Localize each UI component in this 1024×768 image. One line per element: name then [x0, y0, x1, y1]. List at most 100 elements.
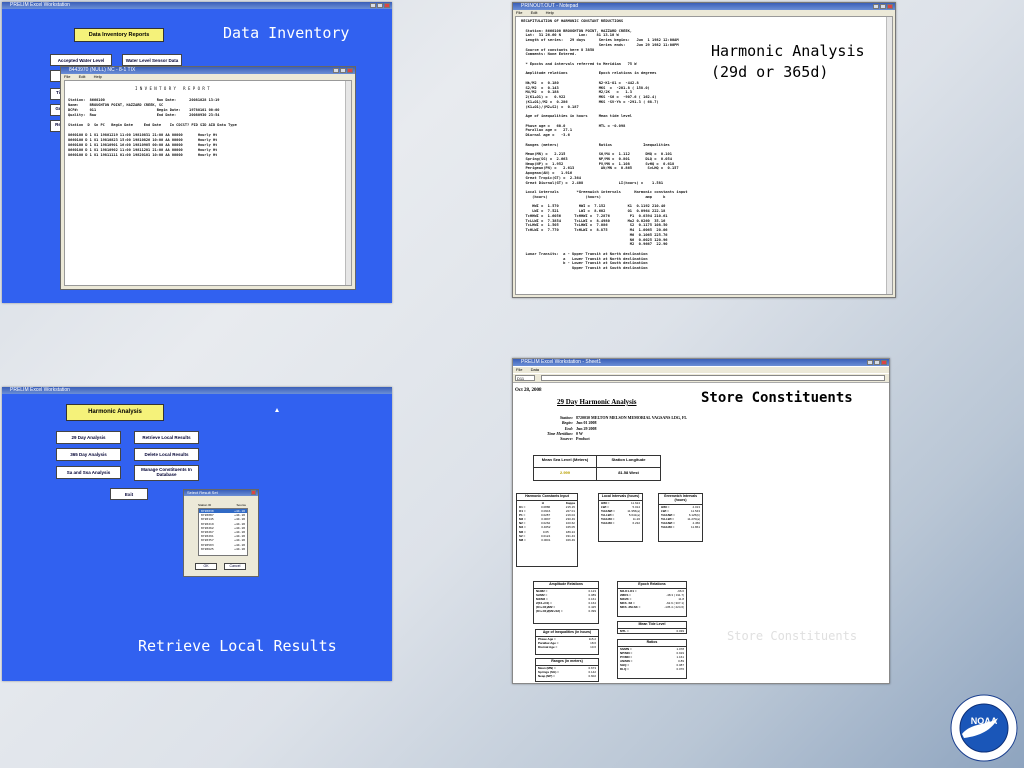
cancel-button[interactable]: Cancel — [224, 563, 246, 570]
menu-help[interactable]: Help — [94, 74, 102, 79]
report-heading: I N V E N T O R Y R E P O R T — [135, 86, 210, 91]
amplitude-relations-box: Amplitude Relations Nk/M2 = 0.123 S2/M2 = 0.… — [533, 581, 599, 624]
minimize-button[interactable] — [370, 3, 376, 8]
greenwich-intervals-box: Greenwich Intervals (hours) HWI = 4.013 LWI… — [658, 493, 703, 542]
local-rows: HWI = 11.624 LWI = 5.014 TcHHWI = 11.956(a) Tc… — [599, 501, 642, 526]
close-button[interactable] — [347, 68, 353, 73]
close-button[interactable] — [887, 4, 893, 9]
window-controls — [370, 3, 390, 8]
msl-value: 2.999 — [534, 468, 597, 480]
amp-title: Amplitude Relations — [534, 582, 598, 589]
green-title: Greenwich Intervals (hours) — [659, 494, 702, 505]
data-inventory-reports-button[interactable]: Data Inventory Reports — [74, 28, 164, 42]
epoch-title: Epoch Relations — [618, 582, 686, 589]
365-day-analysis-button[interactable]: 365 Day Analysis — [56, 448, 121, 461]
menu-file[interactable]: File — [516, 10, 522, 15]
excel-title: PRELIM Excel Workstation - Sheet1 — [521, 359, 602, 365]
local-row: TcHLWI = 6.232 — [601, 521, 640, 525]
mean-sea-level-table: Mean Sea Level (Meters) Station Longitud… — [533, 455, 661, 481]
notepad-vertical-scrollbar[interactable] — [886, 17, 892, 294]
row-label: TcHLWI = — [661, 525, 675, 530]
ratios-box: Ratios S6/MN = 1.078 NP/MN = 0.919 PV/MN = 1.1… — [617, 639, 687, 679]
ranges-rows: Mean (MN) = 0.673 Springs (SG) = 0.142 Neap … — [536, 666, 598, 678]
row-value: 0.076 — [676, 667, 684, 672]
maximize-button[interactable] — [874, 360, 880, 365]
longitude-value: 81.58 West — [618, 470, 639, 475]
accepted-water-level-button[interactable]: Accepted Water Level — [50, 54, 112, 66]
row-value: 326.49 — [565, 537, 575, 542]
row-value: 11.861 — [691, 525, 700, 530]
source-value: Product — [576, 436, 590, 442]
cursor-icon — [275, 408, 279, 412]
result-source: +44.18 — [234, 546, 245, 551]
harmonic-constants-input-box: Harmonic Constants Input H Kappa K1 = 0.088… — [516, 493, 578, 567]
dialog-title: Select Result Set — [187, 490, 218, 495]
minimize-button[interactable] — [873, 4, 879, 9]
epoch-rows: M2-K1-O1 = -96.6 2MKS = -48.3 ( 311.7) M2/2K… — [618, 589, 686, 609]
minimize-button[interactable] — [333, 68, 339, 73]
row-label: DLQ = — [620, 667, 629, 672]
store-constituents-panel: PRELIM Excel Workstation - Sheet1 File D… — [512, 358, 890, 684]
maximize-button[interactable] — [880, 4, 886, 9]
report-vertical-scrollbar[interactable] — [345, 81, 351, 285]
row-value: 0.399 — [588, 609, 596, 614]
window-controls — [873, 4, 893, 9]
local-title: Local Intervals (hours) — [599, 494, 642, 501]
report-title: 29 Day Harmonic Analysis — [557, 398, 637, 406]
app-title: PRELIM Excel Workstation — [10, 387, 70, 393]
close-button[interactable] — [251, 490, 256, 495]
menu-file[interactable]: File — [516, 367, 522, 372]
harm-title: Harmonic Constants Input — [517, 494, 577, 501]
app-title-bar: PRELIM Excel Workstation — [2, 387, 392, 394]
exit-button[interactable]: Exit — [110, 488, 148, 500]
ratios-title: Ratios — [618, 640, 686, 647]
minimize-button[interactable] — [867, 360, 873, 365]
formula-input[interactable] — [541, 375, 885, 381]
noaa-logo-text: NOAA — [970, 716, 998, 726]
notepad-title-bar: PRINOUT.OUT - Notepad — [513, 3, 895, 10]
ok-button[interactable]: OK — [195, 563, 217, 570]
harmonic-report-line: M6 0.1065 225.76 — [521, 232, 668, 237]
mtl-title: Mean Tide Level — [618, 622, 686, 629]
green-row: TcHLWI = 11.861 — [661, 525, 700, 529]
longitude-header: Station Longitude — [597, 456, 660, 468]
window-controls — [867, 360, 887, 365]
header-source: Source — [236, 503, 246, 507]
sa-ssa-analysis-button[interactable]: Sa and Ssa Analysis — [56, 466, 121, 479]
maximize-button[interactable] — [340, 68, 346, 73]
maximize-button[interactable] — [377, 3, 383, 8]
harmonic-analysis-button[interactable]: Harmonic Analysis — [66, 404, 164, 421]
ratios-rows: S6/MN = 1.078 NP/MN = 0.919 PV/MN = 1.161 AN/M… — [618, 647, 686, 672]
result-list[interactable]: 8720030 +44.18 8720087 +44.18 8720145 +44.18 8… — [198, 508, 248, 556]
menu-data[interactable]: Data — [531, 367, 539, 372]
cell-reference-box[interactable]: D11 — [515, 375, 535, 381]
delete-local-results-button[interactable]: Delete Local Results — [134, 448, 199, 461]
retrieve-local-results-button[interactable]: Retrieve Local Results — [134, 431, 199, 444]
water-level-sensor-data-button[interactable]: Water Level Sensor Data — [122, 54, 182, 66]
row-label: TcHLWI = — [601, 521, 615, 526]
report-line: Quality: Raw End Date: 20080930 23:54 — [68, 113, 220, 117]
row-label: MKS -2M-SK = — [620, 605, 641, 610]
row-label: Diurnal Age = — [538, 645, 558, 650]
menu-help[interactable]: Help — [546, 10, 554, 15]
source-label: Source: — [560, 436, 573, 442]
29-day-analysis-button[interactable]: 29 Day Analysis — [56, 431, 121, 444]
formula-bar: D11 — [513, 374, 889, 383]
menu-edit[interactable]: Edit — [79, 74, 86, 79]
result-list-item[interactable]: 8720625 +44.18 — [199, 547, 247, 551]
row-label: MTL = — [620, 628, 629, 633]
harmonic-report-line: (hours) (hours) amp k — [521, 194, 666, 199]
age-rows: Phase Age = 115.2 Parallax Age = 18.6 Diurna… — [536, 637, 598, 649]
harmonic-report-line: Spring(SG) = 2.663 NP/MN = 0.801 DLQ = 0… — [521, 156, 672, 161]
close-button[interactable] — [881, 360, 887, 365]
report-line: Station D Sn PC Begin Date End Date In C… — [68, 123, 237, 127]
close-button[interactable] — [384, 3, 390, 8]
menu-file[interactable]: File — [64, 74, 70, 79]
result-list-header: Station ID Source — [198, 503, 246, 507]
report-title-bar: 8443970 (NULL) NC - 8-1 TIX — [61, 67, 355, 74]
menu-edit[interactable]: Edit — [531, 10, 538, 15]
harmonic-report-line: TcHHWI = 1.6056 TcHHWI = 7.2876 P1 0.039… — [521, 213, 668, 218]
epoch-row: MKS -2M-SK = -135.4 ( 224.6) — [620, 605, 684, 609]
manage-constituents-button[interactable]: Manage Constituents In Database — [134, 465, 199, 481]
green-rows: HWI = 4.013 LWI = 11.543 TcHHWI = 6.125(b) TcL… — [659, 505, 702, 530]
